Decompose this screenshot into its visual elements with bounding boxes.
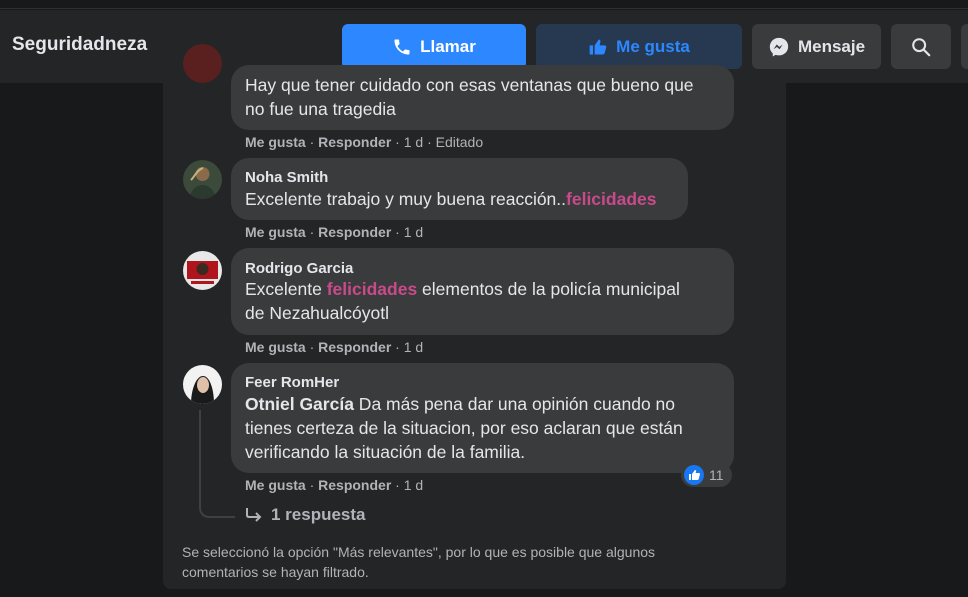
comment-author[interactable]: Feer RomHer	[245, 374, 339, 391]
like-page-button[interactable]: Me gusta	[536, 24, 742, 69]
filter-notice-line: Se seleccionó la opción "Más relevantes"…	[182, 544, 656, 560]
reply-link[interactable]: Responder	[318, 134, 391, 150]
avatar-image	[183, 251, 222, 290]
avatar[interactable]	[183, 251, 222, 290]
comment-time[interactable]: 1 d	[404, 134, 423, 150]
call-button-label: Llamar	[420, 36, 476, 56]
avatar-image	[183, 365, 222, 404]
search-button[interactable]	[891, 24, 951, 69]
comment-text: Hay que tener cuidado con esas ventanas …	[245, 75, 694, 95]
message-button[interactable]: Mensaje	[752, 24, 881, 69]
like-button-label: Me gusta	[616, 36, 690, 56]
highlighted-word: felicidades	[326, 279, 418, 299]
comment-text-main: Excelente trabajo y muy buena reacción..	[245, 189, 567, 209]
messenger-icon	[769, 37, 789, 56]
reply-thread-line	[199, 410, 235, 518]
comment-text: Otniel García Da más pena dar una opinió…	[245, 392, 675, 416]
comment-text-main: Da más pena dar una opinión cuando no	[353, 394, 676, 414]
comment-text: verificando la situación de la familia.	[245, 442, 526, 462]
like-reaction-icon	[684, 465, 704, 485]
like-comment-link[interactable]: Me gusta	[245, 224, 306, 240]
comment-text: tienes certeza de la situacion, por eso …	[245, 418, 683, 438]
comment-text-main: Excelente	[245, 279, 327, 299]
more-options-button[interactable]	[961, 24, 968, 69]
like-comment-link[interactable]: Me gusta	[245, 134, 306, 150]
reaction-count-value: 11	[709, 467, 724, 483]
avatar[interactable]	[183, 160, 222, 199]
filter-notice-line: comentarios se hayan filtrado.	[182, 564, 369, 580]
avatar-image	[183, 160, 222, 199]
comment-time[interactable]: 1 d	[404, 224, 423, 240]
phone-icon	[394, 39, 410, 54]
thumbs-up-icon	[589, 39, 607, 54]
message-button-label: Mensaje	[797, 36, 866, 56]
edited-label: Editado	[435, 134, 484, 150]
comment-author[interactable]: Rodrigo Garcia	[245, 260, 353, 277]
comment-text: Excelente felicidades elementos de la po…	[245, 277, 680, 301]
comment-text: de Nezahualcóyotl	[245, 303, 389, 323]
like-comment-link[interactable]: Me gusta	[245, 477, 306, 493]
page-title[interactable]: Seguridadneza	[12, 34, 147, 56]
reply-arrow-icon	[246, 508, 262, 522]
avatar[interactable]	[183, 365, 222, 404]
replies-count-label: 1 respuesta	[271, 505, 366, 524]
reply-link[interactable]: Responder	[318, 339, 391, 355]
view-replies-link[interactable]: 1 respuesta	[245, 505, 366, 525]
avatar[interactable]	[183, 44, 222, 83]
filter-notice: Se seleccionó la opción "Más relevantes"…	[182, 542, 742, 582]
comment-text-main: elementos de la policía municipal	[417, 279, 680, 299]
comment-actions: Me gusta · Responder · 1 d	[245, 224, 424, 240]
highlighted-word: felicidades	[566, 189, 657, 209]
comment-time[interactable]: 1 d	[404, 339, 423, 355]
reply-link[interactable]: Responder	[318, 224, 391, 240]
comment-actions: Me gusta · Responder · 1 d	[245, 477, 424, 493]
like-comment-link[interactable]: Me gusta	[245, 339, 306, 355]
search-icon	[912, 37, 931, 56]
call-button[interactable]: Llamar	[342, 24, 526, 69]
reply-link[interactable]: Responder	[318, 477, 391, 493]
comment-actions: Me gusta · Responder · 1 d · Editado	[245, 134, 484, 150]
browser-top-strip	[0, 0, 968, 9]
comment-text: no fue una tragedia	[245, 99, 396, 119]
comment-text: Excelente trabajo y muy buena reacción..…	[245, 187, 656, 211]
mention-link[interactable]: Otniel García	[245, 394, 354, 414]
comment-time[interactable]: 1 d	[404, 477, 423, 493]
comment-author[interactable]: Noha Smith	[245, 169, 328, 186]
reaction-count[interactable]: 11	[681, 463, 732, 487]
comment-actions: Me gusta · Responder · 1 d	[245, 339, 424, 355]
